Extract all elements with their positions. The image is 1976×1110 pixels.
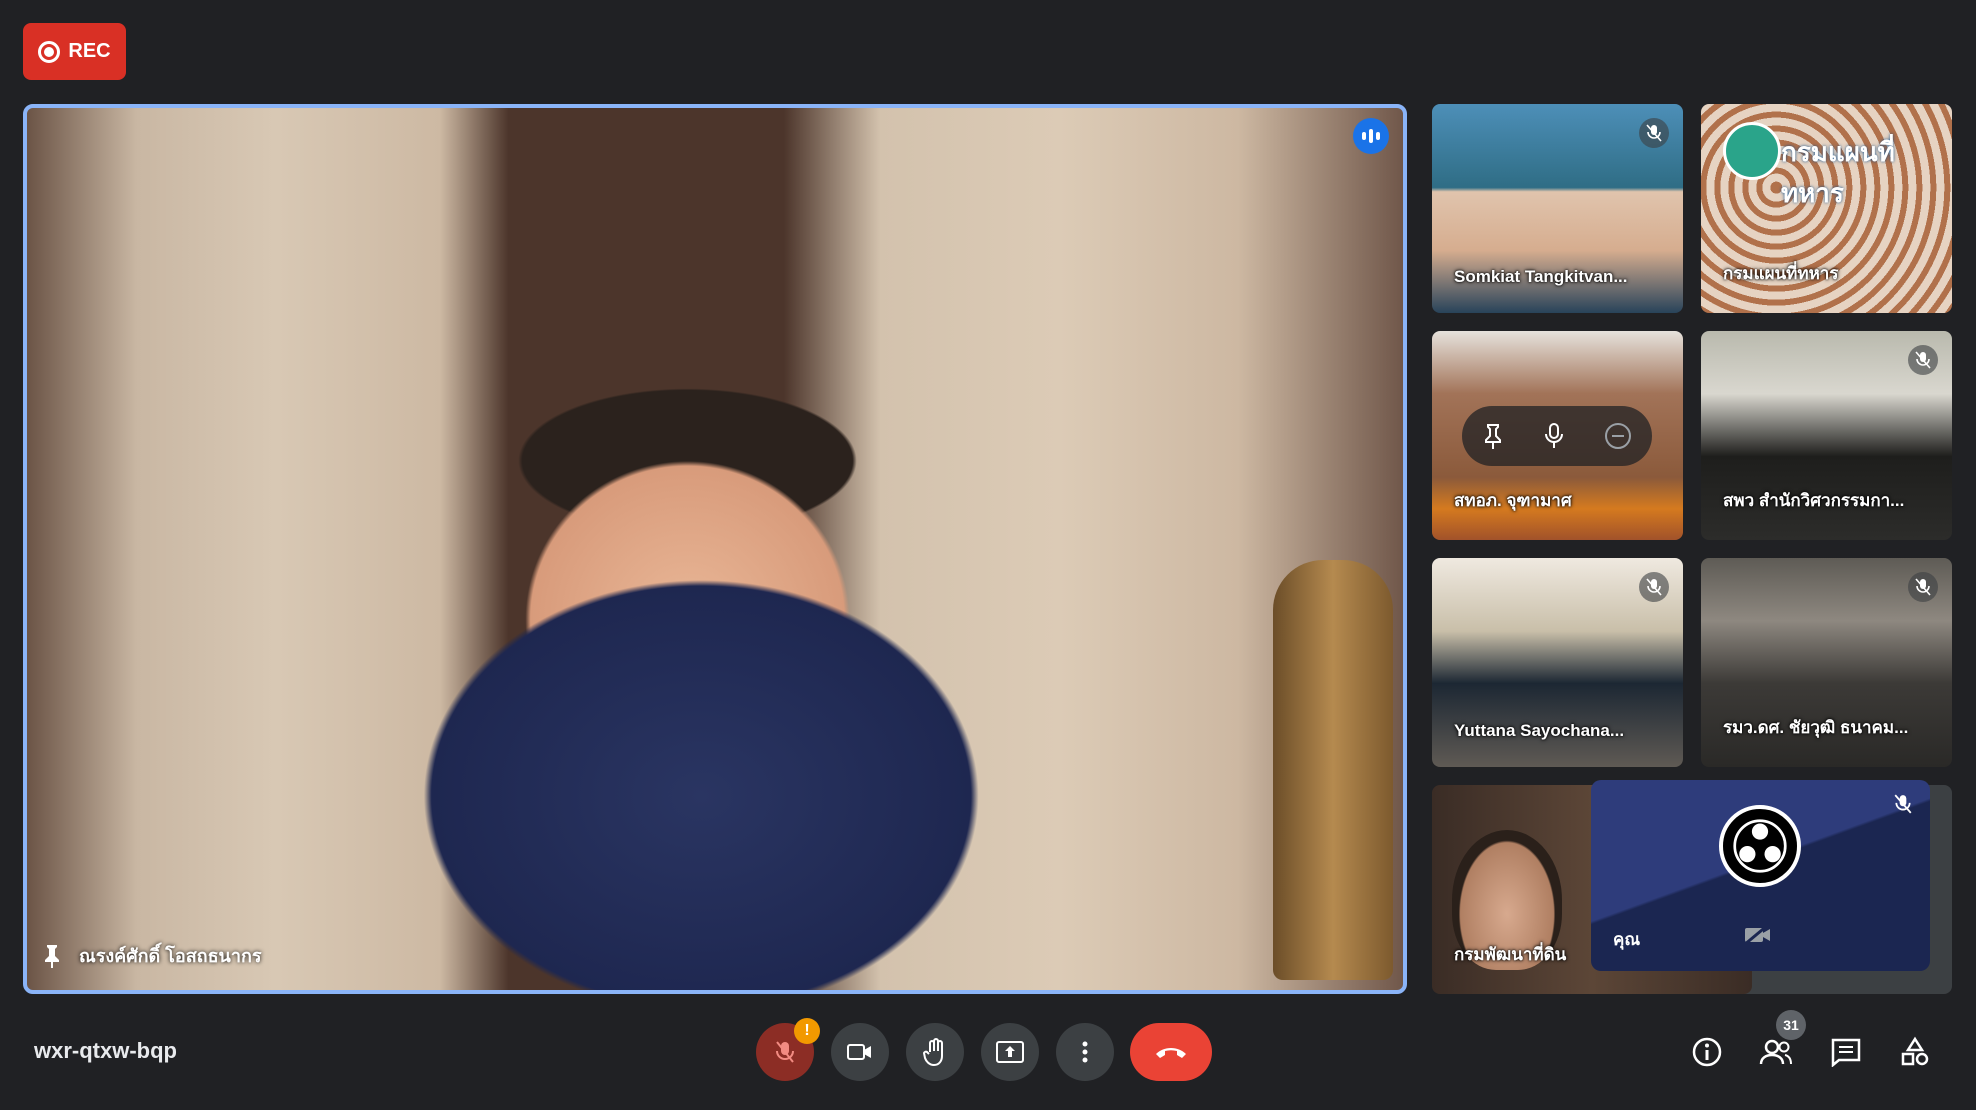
camera-toggle-button[interactable] — [831, 1023, 889, 1081]
mic-off-icon — [1908, 345, 1938, 375]
remove-icon[interactable] — [1604, 422, 1632, 450]
more-options-button[interactable] — [1056, 1023, 1114, 1081]
present-icon — [996, 1041, 1024, 1063]
participant-name: Yuttana Sayochana... — [1454, 721, 1625, 740]
meeting-details-button[interactable] — [1689, 1034, 1725, 1070]
mic-off-icon — [1639, 118, 1669, 148]
participant-name: กรมพัฒนาที่ดิน — [1454, 945, 1567, 964]
participant-count-badge: 31 — [1776, 1010, 1806, 1040]
pin-icon[interactable] — [1482, 422, 1504, 450]
activities-button[interactable] — [1897, 1034, 1933, 1070]
participant-tile[interactable]: สพว สำนักวิศวกรรมกา... — [1701, 331, 1952, 540]
mic-off-icon — [1908, 572, 1938, 602]
raise-hand-button[interactable] — [906, 1023, 964, 1081]
self-label: คุณ — [1613, 930, 1641, 949]
main-speaker-tile[interactable]: ณรงค์ศักดิ์ โอสถธนากร — [23, 104, 1407, 994]
participant-name: รมว.ดศ. ชัยวุฒิ ธนาคม... — [1723, 718, 1909, 737]
participant-tile[interactable]: Yuttana Sayochana... — [1432, 558, 1683, 767]
people-icon — [1759, 1039, 1792, 1065]
participant-tile[interactable]: รมว.ดศ. ชัยวุฒิ ธนาคม... — [1701, 558, 1952, 767]
recording-indicator: REC — [23, 23, 126, 80]
department-logo — [1723, 122, 1781, 180]
pin-icon[interactable] — [41, 943, 63, 969]
participant-tile[interactable]: กรมแผนที่ทหาร กรมแผนที่ทหาร — [1701, 104, 1952, 313]
mic-off-icon — [1639, 572, 1669, 602]
department-banner: กรมแผนที่ทหาร — [1781, 137, 1895, 208]
mic-off-icon — [776, 1041, 794, 1063]
speaking-indicator-icon — [1353, 118, 1389, 154]
main-speaker-label: ณรงค์ศักดิ์ โอสถธนากร — [41, 941, 262, 970]
more-vert-icon — [1082, 1041, 1088, 1063]
chat-button[interactable] — [1828, 1034, 1864, 1070]
info-icon — [1692, 1037, 1722, 1067]
mic-off-icon — [1894, 794, 1912, 819]
recording-label: REC — [68, 40, 111, 62]
present-screen-button[interactable] — [981, 1023, 1039, 1081]
leave-call-button[interactable] — [1130, 1023, 1212, 1081]
camera-icon — [847, 1044, 871, 1060]
obs-logo-icon — [1719, 805, 1801, 887]
tile-hover-controls — [1462, 406, 1652, 466]
meeting-code: wxr-qtxw-bqp — [34, 1038, 177, 1063]
participant-name: กรมแผนที่ทหาร — [1723, 264, 1839, 283]
camera-off-icon — [1743, 923, 1773, 951]
participant-name: Somkiat Tangkitvan... — [1454, 267, 1628, 286]
participant-name: สพว สำนักวิศวกรรมกา... — [1723, 491, 1905, 510]
chat-icon — [1831, 1038, 1861, 1067]
participant-name: สทอภ. จุฑามาศ — [1454, 491, 1572, 510]
main-speaker-name: ณรงค์ศักดิ์ โอสถธนากร — [79, 946, 262, 966]
record-icon — [38, 40, 61, 63]
mic-warning-badge: ! — [794, 1018, 820, 1044]
hang-up-icon — [1156, 1048, 1186, 1058]
self-view-tile[interactable]: คุณ — [1591, 780, 1930, 971]
participant-tile[interactable]: Somkiat Tangkitvan... — [1432, 104, 1683, 313]
buddha-statue — [1273, 560, 1393, 980]
hand-icon — [923, 1038, 943, 1066]
mic-icon[interactable] — [1543, 422, 1565, 450]
activities-icon — [1901, 1036, 1929, 1066]
